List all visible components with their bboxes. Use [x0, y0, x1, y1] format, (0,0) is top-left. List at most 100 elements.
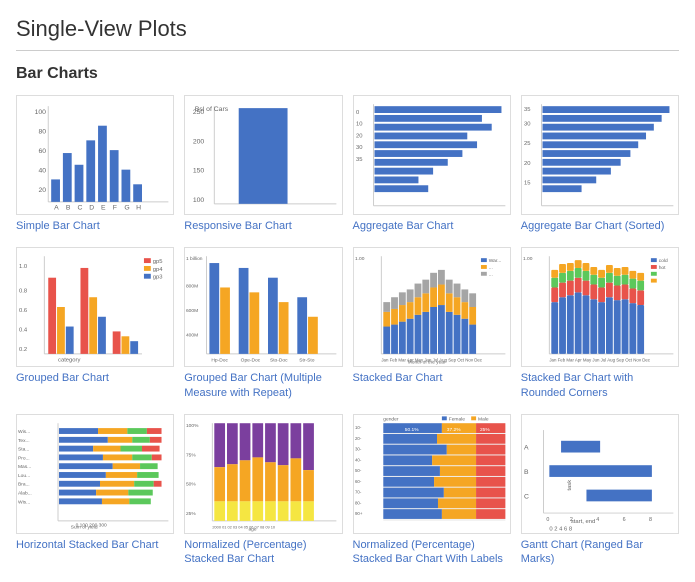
svg-text:Tex...: Tex...: [18, 438, 30, 444]
svg-text:Female: Female: [448, 416, 465, 422]
svg-text:Sta...: Sta...: [18, 446, 29, 452]
svg-text:Alab...: Alab...: [18, 490, 32, 496]
svg-text:10-: 10-: [354, 425, 361, 430]
chart-box-4[interactable]: 35 30 25 20 15: [521, 95, 679, 215]
svg-text:35: 35: [355, 157, 362, 163]
chart-box-12[interactable]: A B C 0 2 4 6 8 start, end task: [521, 414, 679, 534]
svg-text:20: 20: [524, 161, 531, 167]
svg-text:15: 15: [524, 180, 531, 186]
svg-text:25%: 25%: [186, 511, 196, 517]
svg-text:...: ...: [488, 266, 492, 271]
chart-grid: 100 80 60 40 20 A B C: [16, 95, 679, 566]
chart-label-7[interactable]: Stacked Bar Chart: [353, 371, 443, 385]
svg-text:50%: 50%: [186, 482, 196, 488]
svg-text:Hp-Doc: Hp-Doc: [212, 358, 229, 364]
chart-box-7[interactable]: 1.00: [353, 247, 511, 367]
chart-cell-11: 50.1% 37.2% 25% gender Female Male 10- 2…: [353, 414, 511, 567]
chart-label-2[interactable]: Responsive Bar Chart: [184, 219, 292, 233]
chart-cell-6: 1 billion 800M 600M 400M Hp-Doc Ope-Doc …: [184, 247, 342, 400]
svg-text:150: 150: [193, 168, 205, 175]
chart-cell-9: Wis... Tex... Sta... Pro... Mas... Lou..…: [16, 414, 174, 567]
svg-text:10: 10: [355, 122, 362, 128]
chart-box-5[interactable]: gp5 gp4 gp3 1.0 0.8 0.6 0.4 0.2: [16, 247, 174, 367]
chart-box-3[interactable]: 0 10 20 30 35: [353, 95, 511, 215]
chart-label-11[interactable]: Normalized (Percentage) Stacked Bar Char…: [353, 538, 511, 567]
svg-text:Month of the year: Month of the year: [407, 360, 445, 366]
chart-label-9[interactable]: Horizontal Stacked Bar Chart: [16, 538, 158, 552]
svg-text:0.6: 0.6: [19, 308, 27, 314]
svg-text:600M: 600M: [186, 308, 198, 314]
chart-label-6[interactable]: Grouped Bar Chart (Multiple Measure with…: [184, 371, 342, 400]
svg-text:4: 4: [596, 517, 599, 523]
svg-text:50.1%: 50.1%: [404, 427, 418, 433]
svg-text:E: E: [101, 205, 106, 212]
svg-text:75%: 75%: [186, 452, 196, 458]
svg-text:Lou...: Lou...: [18, 473, 30, 479]
svg-text:Jan Feb Mar Apr May Jun Jul Au: Jan Feb Mar Apr May Jun Jul Aug Sep Oct …: [549, 358, 650, 363]
svg-text:400M: 400M: [186, 333, 198, 339]
chart-label-1[interactable]: Simple Bar Chart: [16, 219, 100, 233]
chart-box-9[interactable]: Wis... Tex... Sta... Pro... Mas... Lou..…: [16, 414, 174, 534]
svg-text:6: 6: [622, 517, 625, 523]
svg-text:90+: 90+: [354, 511, 362, 516]
svg-text:A: A: [54, 205, 59, 212]
svg-text:25: 25: [524, 141, 531, 147]
svg-text:30: 30: [355, 145, 362, 151]
svg-text:20-: 20-: [354, 436, 361, 441]
chart-cell-12: A B C 0 2 4 6 8 start, end task: [521, 414, 679, 567]
svg-text:B: B: [524, 469, 529, 476]
svg-text:gender: gender: [383, 416, 399, 422]
svg-text:30-: 30-: [354, 446, 361, 451]
svg-text:cold: cold: [658, 258, 667, 264]
chart-cell-3: 0 10 20 30 35 Aggregate Bar Chart: [353, 95, 511, 233]
svg-text:Wis...: Wis...: [18, 499, 30, 505]
svg-text:100: 100: [35, 109, 47, 116]
chart-box-11[interactable]: 50.1% 37.2% 25% gender Female Male 10- 2…: [353, 414, 511, 534]
svg-text:40-: 40-: [354, 457, 361, 462]
svg-text:gp3: gp3: [153, 275, 163, 281]
chart-cell-5: gp5 gp4 gp3 1.0 0.8 0.6 0.4 0.2: [16, 247, 174, 400]
svg-text:B: B: [66, 205, 71, 212]
svg-text:0.8: 0.8: [19, 289, 27, 295]
svg-text:800M: 800M: [186, 284, 198, 290]
svg-text:60-: 60-: [354, 479, 361, 484]
svg-text:gp5: gp5: [153, 259, 163, 265]
chart-cell-8: 1.00: [521, 247, 679, 400]
chart-label-12[interactable]: Gantt Chart (Ranged Bar Marks): [521, 538, 679, 567]
svg-text:100%: 100%: [186, 423, 199, 429]
svg-text:50-: 50-: [354, 468, 361, 473]
svg-text:2: 2: [570, 517, 573, 523]
svg-text:G: G: [124, 205, 129, 212]
svg-text:F: F: [113, 205, 117, 212]
svg-text:H: H: [136, 205, 141, 212]
svg-text:0 100 200 300: 0 100 200 300: [76, 523, 107, 529]
svg-text:Pro...: Pro...: [18, 455, 30, 461]
chart-box-6[interactable]: 1 billion 800M 600M 400M Hp-Doc Ope-Doc …: [184, 247, 342, 367]
svg-text:Bra...: Bra...: [18, 482, 30, 488]
svg-text:...: ...: [488, 273, 492, 278]
svg-text:1 billion: 1 billion: [186, 256, 203, 262]
chart-label-5[interactable]: Grouped Bar Chart: [16, 371, 109, 385]
svg-text:Male: Male: [478, 416, 489, 422]
chart-box-10[interactable]: 100% 75% 50% 25%: [184, 414, 342, 534]
svg-text:1.00: 1.00: [523, 256, 533, 262]
chart-label-8[interactable]: Stacked Bar Chart with Rounded Corners: [521, 371, 679, 400]
svg-text:task: task: [567, 480, 573, 491]
chart-box-1[interactable]: 100 80 60 40 20 A B C: [16, 95, 174, 215]
chart-label-10[interactable]: Normalized (Percentage) Stacked Bar Char…: [184, 538, 342, 567]
svg-text:8: 8: [649, 517, 652, 523]
svg-text:C: C: [524, 493, 529, 500]
chart-box-2[interactable]: 250 200 150 100 Bsl of Cars: [184, 95, 342, 215]
section-title: Bar Charts: [16, 65, 679, 83]
svg-text:Bsl of Cars: Bsl of Cars: [195, 106, 229, 113]
svg-text:gp4: gp4: [153, 267, 164, 273]
chart-cell-7: 1.00: [353, 247, 511, 400]
chart-label-4[interactable]: Aggregate Bar Chart (Sorted): [521, 219, 665, 233]
svg-text:Mas...: Mas...: [18, 464, 31, 470]
svg-text:Wis...: Wis...: [18, 429, 30, 435]
svg-text:60: 60: [38, 148, 46, 155]
svg-text:25%: 25%: [479, 427, 489, 433]
chart-box-8[interactable]: 1.00: [521, 247, 679, 367]
chart-label-3[interactable]: Aggregate Bar Chart: [353, 219, 454, 233]
svg-text:20: 20: [355, 133, 362, 139]
